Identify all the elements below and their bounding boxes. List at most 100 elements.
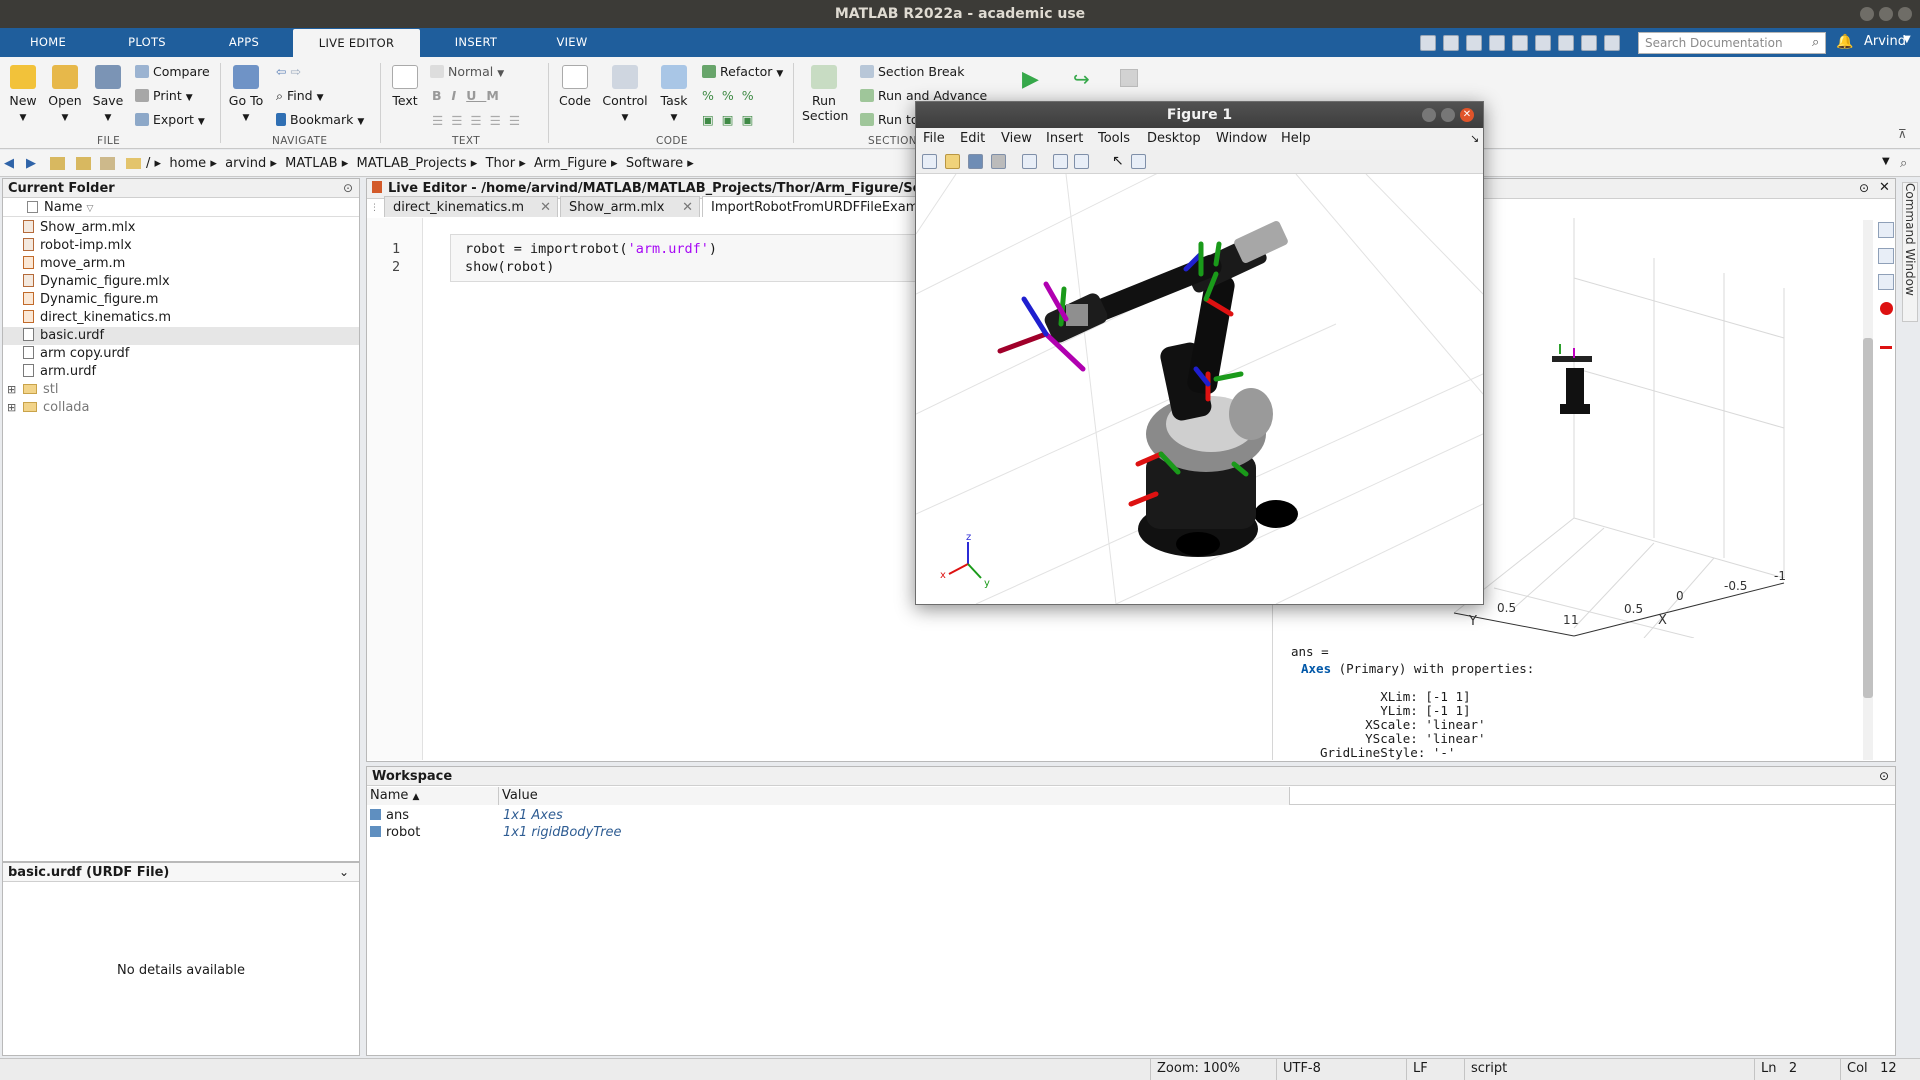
print-button[interactable]: Print ▼ (135, 88, 193, 106)
error-icon[interactable] (1880, 302, 1893, 315)
expand-icon[interactable]: ⊞ (7, 381, 16, 399)
print-figure-icon[interactable] (991, 154, 1006, 169)
new-figure-icon[interactable] (922, 154, 937, 169)
help-icon[interactable] (1581, 35, 1597, 51)
run-icon[interactable]: ▶ (1022, 67, 1039, 92)
bell-icon[interactable]: 🔔 (1836, 34, 1853, 50)
file-type-status[interactable]: script (1464, 1059, 1754, 1080)
code-line[interactable]: robot = importrobot('arm.urdf') (465, 241, 717, 257)
breadcrumb-item[interactable]: MATLAB (285, 156, 337, 171)
file-item[interactable]: move_arm.m (23, 255, 359, 273)
tab-home[interactable]: HOME (12, 28, 84, 57)
breadcrumb-item[interactable]: Arm_Figure (534, 156, 607, 171)
file-item[interactable]: robot-imp.mlx (23, 237, 359, 255)
table-row[interactable]: robot 1x1 rigidBodyTree (370, 824, 1070, 842)
pointer-icon[interactable]: ↖ (1112, 153, 1124, 169)
figure-title-bar[interactable]: Figure 1 ✕ (916, 102, 1483, 128)
name-column-header[interactable]: Name ▽ (3, 199, 359, 217)
file-item[interactable]: arm copy.urdf (23, 345, 359, 363)
indent-buttons[interactable]: ▣▣▣ (702, 112, 761, 128)
table-row[interactable]: ans 1x1 Axes (370, 807, 1070, 825)
italic-button[interactable]: I (452, 88, 467, 103)
task-button[interactable]: Task ▼ (656, 65, 692, 126)
close-icon[interactable]: ✕ (540, 197, 551, 218)
code-button[interactable]: Code (556, 65, 594, 108)
tab-apps[interactable]: APPS (208, 28, 280, 57)
file-item[interactable]: basic.urdf (3, 327, 359, 345)
folder-item[interactable]: ⊞ stl (7, 381, 359, 399)
export-button[interactable]: Export ▼ (135, 112, 205, 130)
maximize-icon[interactable] (1441, 108, 1455, 122)
menu-edit[interactable]: Edit (960, 128, 985, 150)
menu-tools[interactable]: Tools (1098, 128, 1130, 150)
eol-status[interactable]: LF (1406, 1059, 1464, 1080)
refactor-button[interactable]: Refactor ▼ (702, 64, 783, 82)
menu-help[interactable]: Help (1281, 128, 1311, 150)
compare-button[interactable]: Compare (135, 64, 210, 80)
tab-view[interactable]: VIEW (536, 28, 608, 57)
close-icon[interactable]: ✕ (682, 197, 693, 218)
menu-window[interactable]: Window (1216, 128, 1267, 150)
expand-icon[interactable]: ⊞ (7, 399, 16, 417)
goto-button[interactable]: Go To ▼ (226, 65, 266, 126)
zoom-status[interactable]: Zoom: 100% (1150, 1059, 1276, 1080)
panel-menu-icon[interactable]: ⊙ (1879, 769, 1889, 783)
panel-menu-icon[interactable]: ⊙ (343, 181, 353, 195)
run-to-end-button[interactable]: Run to (860, 112, 919, 128)
editor-tab-import-robot[interactable]: ImportRobotFromURDFFileExampl (702, 196, 917, 217)
robot-figure-axes[interactable]: z x y (915, 163, 1484, 605)
output-inline-icon[interactable] (1878, 222, 1894, 238)
arrow-left-icon[interactable]: ◀ (4, 156, 14, 171)
file-item[interactable]: direct_kinematics.m (23, 309, 359, 327)
section-break-button[interactable]: Section Break (860, 64, 964, 80)
new-button[interactable]: New ▼ (8, 65, 38, 126)
link-plot-icon[interactable] (1022, 154, 1037, 169)
scrollbar-thumb[interactable] (1863, 338, 1873, 698)
breadcrumb-item[interactable]: MATLAB_Projects (357, 156, 467, 171)
minimize-icon[interactable] (1860, 7, 1874, 21)
text-button[interactable]: Text (388, 65, 422, 108)
close-icon[interactable] (1898, 7, 1912, 21)
breadcrumb-item[interactable]: / (146, 156, 150, 171)
figure-window[interactable]: Figure 1 ✕ File Edit View Insert Tools D… (915, 101, 1484, 605)
code-line[interactable]: show(robot) (465, 259, 554, 275)
encoding-status[interactable]: UTF-8 (1276, 1059, 1406, 1080)
close-icon[interactable]: ✕ (1879, 180, 1890, 195)
arrow-right-icon[interactable]: ▶ (26, 156, 36, 171)
menu-view[interactable]: View (1001, 128, 1032, 150)
underline-button[interactable]: U (466, 88, 486, 103)
bookmark-button[interactable]: Bookmark ▼ (276, 112, 364, 130)
folder-item[interactable]: ⊞ collada (7, 399, 359, 417)
minimize-icon[interactable] (1422, 108, 1436, 122)
workspace-value-header[interactable]: Value (499, 787, 1290, 805)
file-item[interactable]: Show_arm.mlx (23, 219, 359, 237)
save-button[interactable]: Save ▼ (92, 65, 124, 126)
arrow-right-icon[interactable]: ⇨ (290, 64, 300, 79)
file-item[interactable]: Dynamic_figure.m (23, 291, 359, 309)
editor-tab-direct-kinematics[interactable]: direct_kinematics.m ✕ (384, 196, 558, 217)
comment-buttons[interactable]: %%% (702, 88, 762, 104)
editor-scrollbar[interactable] (1863, 220, 1873, 760)
file-item[interactable]: arm.urdf (23, 363, 359, 381)
text-format-buttons[interactable]: BIUM (432, 88, 509, 104)
dock-icon[interactable]: ↘ (1470, 128, 1479, 150)
user-menu[interactable]: Arvind (1864, 34, 1906, 49)
chevron-down-icon[interactable]: ▼ (1903, 34, 1911, 45)
save-quick-icon[interactable] (1420, 35, 1436, 51)
tab-insert[interactable]: INSERT (432, 28, 520, 57)
breadcrumb-item[interactable]: home (169, 156, 206, 171)
paste-quick-icon[interactable] (1489, 35, 1505, 51)
menu-file[interactable]: File (923, 128, 945, 150)
output-hide-icon[interactable] (1878, 274, 1894, 290)
open-button[interactable]: Open ▼ (47, 65, 83, 126)
menu-desktop[interactable]: Desktop (1147, 128, 1201, 150)
output-right-icon[interactable] (1878, 248, 1894, 264)
list-align-buttons[interactable]: ☰☰☰☰☰ (432, 113, 528, 129)
panel-menu-icon[interactable]: ⊙ (1859, 181, 1869, 195)
up-folder-icon[interactable] (50, 157, 65, 170)
switch-windows-icon[interactable] (1558, 35, 1574, 51)
legend-icon[interactable] (1074, 154, 1089, 169)
step-icon[interactable]: ↪ (1073, 67, 1090, 91)
workspace-name-header[interactable]: Name ▲ (367, 787, 499, 805)
undo-quick-icon[interactable] (1512, 35, 1528, 51)
